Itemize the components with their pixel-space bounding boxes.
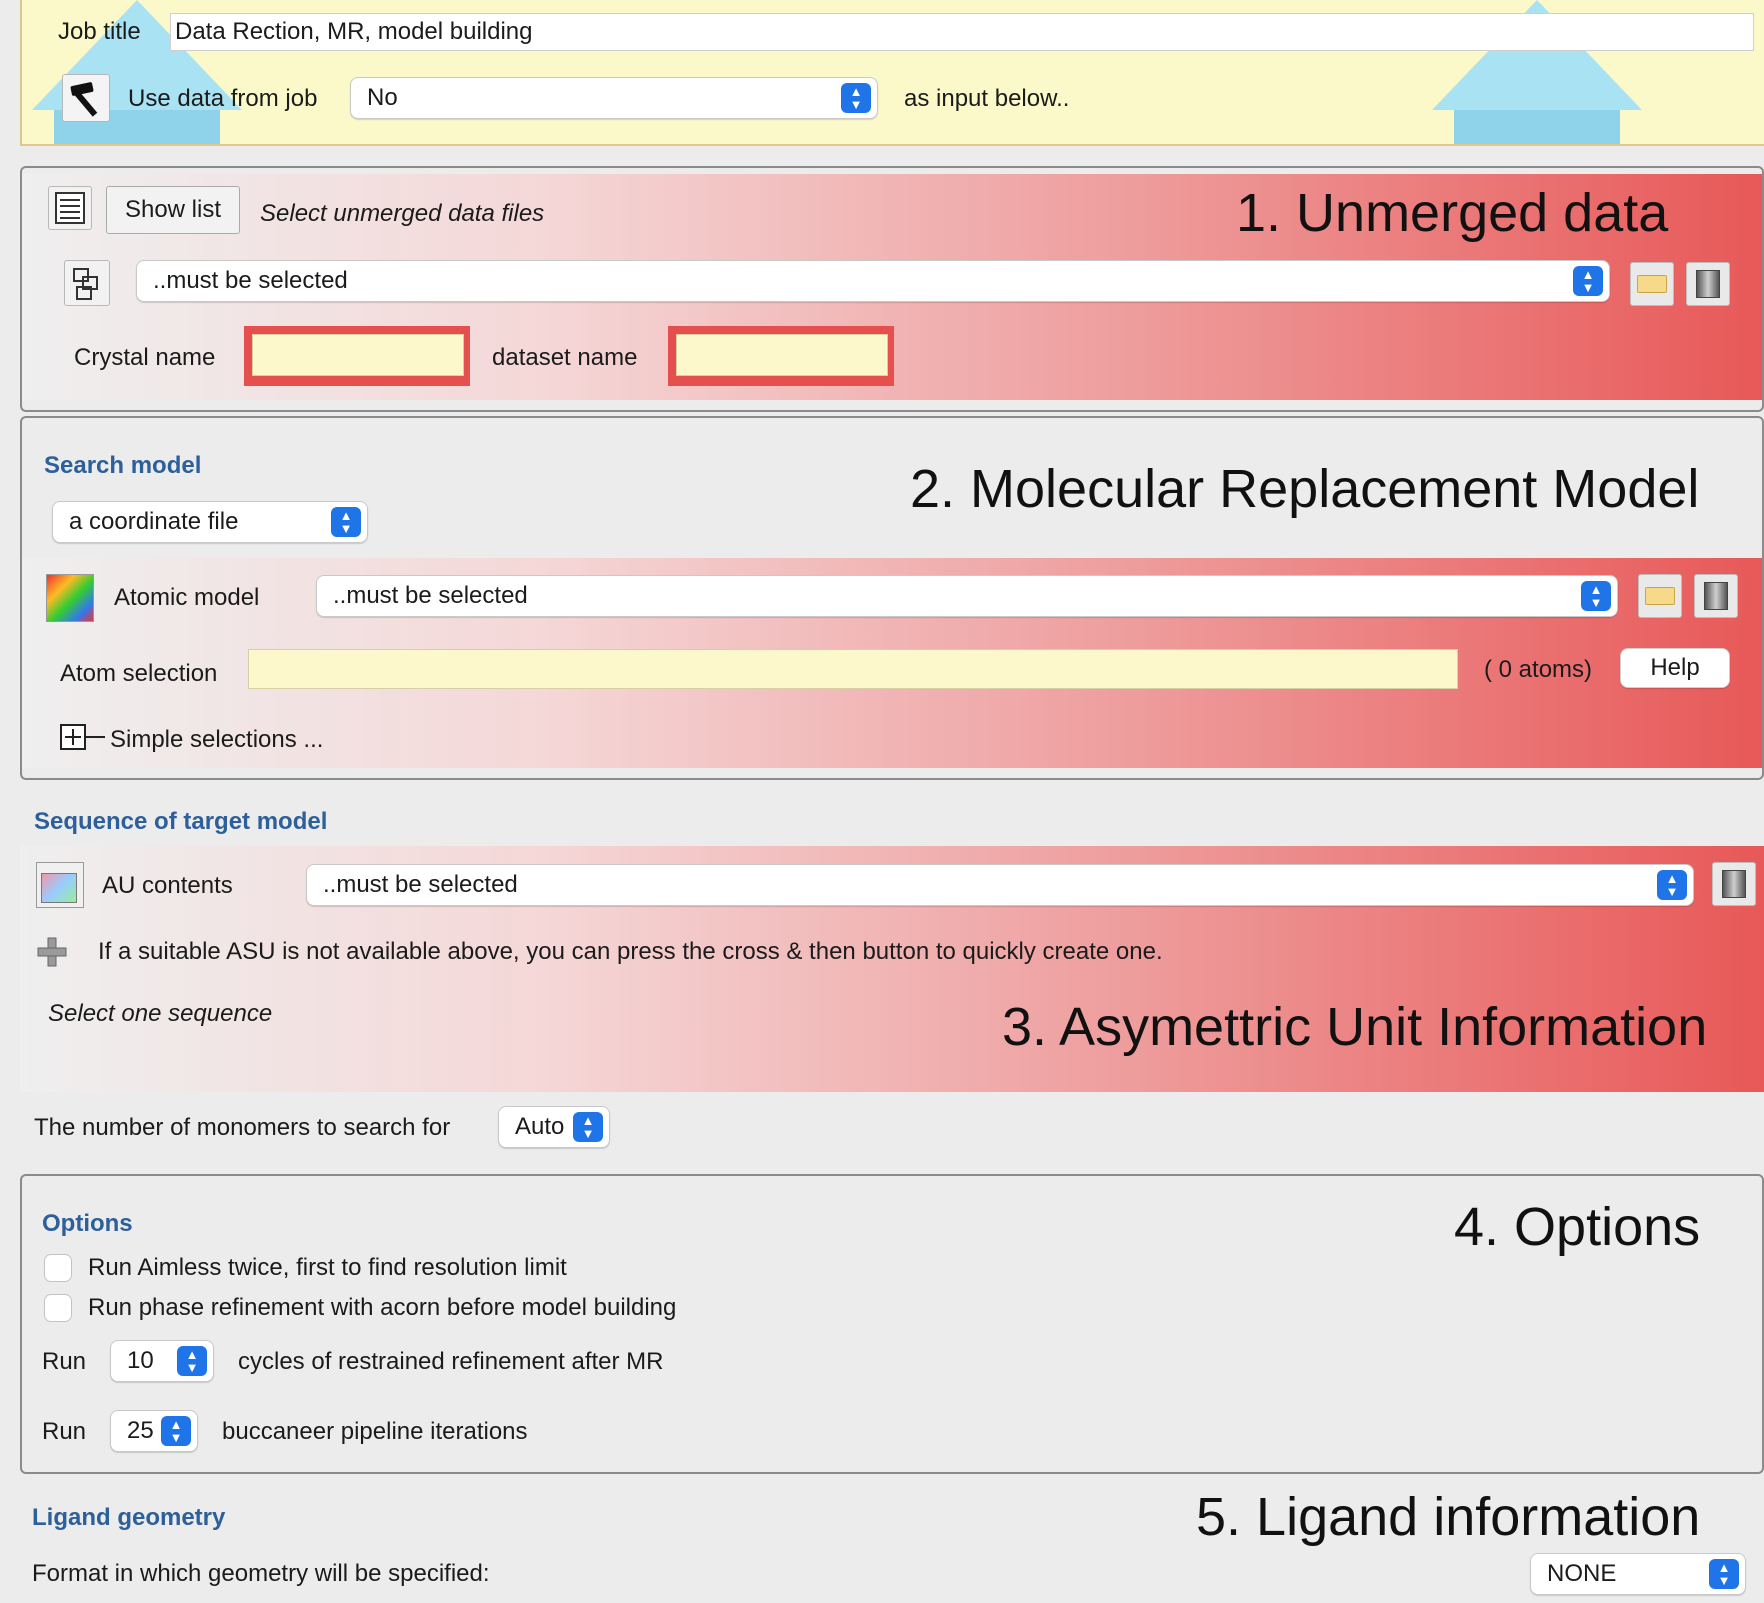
folder-browse-button[interactable] <box>1638 574 1682 618</box>
dataset-icon[interactable] <box>64 260 110 306</box>
atom-count: ( 0 atoms) <box>1484 656 1593 683</box>
show-list-button[interactable]: Show list <box>106 186 240 234</box>
folder-icon <box>1637 275 1667 293</box>
dataset-name-label: dataset name <box>492 344 638 371</box>
ligand-geometry-title: Ligand geometry <box>32 1504 226 1531</box>
geometry-format-value: NONE <box>1547 1560 1617 1587</box>
crystal-name-label: Crystal name <box>74 344 216 371</box>
sequence-icon-face <box>41 873 77 903</box>
asu-section-heading: 3. Asymettric Unit Information <box>1002 997 1708 1057</box>
ligand-section-heading: 5. Ligand information <box>1196 1487 1701 1547</box>
search-model-title: Search model <box>44 452 202 479</box>
dataset-name-input[interactable] <box>676 334 888 376</box>
unmerged-file-select[interactable]: ..must be selected ▲ ▼ <box>136 260 1610 302</box>
unmerged-section-heading: 1. Unmerged data <box>1236 183 1669 243</box>
select-one-sequence: Select one sequence <box>48 1000 273 1027</box>
database-icon <box>1722 870 1746 898</box>
job-title-input[interactable]: Data Rection, MR, model building <box>170 13 1754 51</box>
chevron-updown-icon: ▲ ▼ <box>1657 870 1687 900</box>
atomic-model-value: ..must be selected <box>333 582 528 609</box>
mr-model-panel: Search model 2. Molecular Replacement Mo… <box>20 416 1764 780</box>
select-unmerged-hint: Select unmerged data files <box>260 200 545 227</box>
use-data-label: Use data from job <box>128 85 318 112</box>
refine-cycles-select[interactable]: 10 ▲ ▼ <box>110 1340 214 1382</box>
buccaneer-iterations-select[interactable]: 25 ▲ ▼ <box>110 1410 198 1452</box>
simple-selections-label[interactable]: Simple selections ... <box>110 726 323 754</box>
sequence-icon[interactable] <box>36 862 84 908</box>
use-data-value: No <box>367 84 398 111</box>
run-label: Run <box>42 1348 87 1375</box>
atom-selection-input[interactable] <box>248 649 1458 689</box>
options-title: Options <box>42 1210 133 1237</box>
database-browse-button[interactable] <box>1712 862 1756 906</box>
au-contents-label: AU contents <box>102 872 233 899</box>
acorn-label: Run phase refinement with acorn before m… <box>88 1294 677 1321</box>
use-data-select[interactable]: No ▲ ▼ <box>350 77 878 119</box>
add-cross-icon[interactable] <box>36 936 68 968</box>
atom-selection-label: Atom selection <box>60 660 218 687</box>
monomers-label: The number of monomers to search for <box>34 1114 451 1141</box>
job-header: Job title Data Rection, MR, model buildi… <box>20 0 1764 146</box>
use-data-suffix: as input below.. <box>904 85 1070 112</box>
geometry-format-select[interactable]: NONE ▲ ▼ <box>1530 1553 1746 1595</box>
search-model-select[interactable]: a coordinate file ▲ ▼ <box>52 501 368 543</box>
refine-cycles-label: cycles of restrained refinement after MR <box>238 1348 664 1375</box>
job-title-label: Job title <box>58 18 141 45</box>
aimless-checkbox[interactable] <box>44 1254 72 1282</box>
folder-browse-button[interactable] <box>1630 262 1674 306</box>
buccaneer-iterations-label: buccaneer pipeline iterations <box>222 1418 528 1445</box>
asu-hint: If a suitable ASU is not available above… <box>98 938 1163 965</box>
options-section-heading: 4. Options <box>1454 1197 1701 1257</box>
folder-icon <box>1645 587 1675 605</box>
run-label: Run <box>42 1418 87 1445</box>
chevron-updown-icon: ▲ ▼ <box>1581 581 1611 611</box>
search-model-value: a coordinate file <box>69 508 239 535</box>
database-browse-button[interactable] <box>1694 574 1738 618</box>
mr-section-heading: 2. Molecular Replacement Model <box>910 459 1700 519</box>
au-contents-value: ..must be selected <box>323 871 518 898</box>
geometry-format-label: Format in which geometry will be specifi… <box>32 1560 490 1587</box>
chevron-updown-icon: ▲ ▼ <box>1709 1559 1739 1589</box>
chevron-updown-icon: ▲ ▼ <box>177 1346 207 1376</box>
database-browse-button[interactable] <box>1686 262 1730 306</box>
hammer-icon[interactable] <box>62 74 110 122</box>
expand-plus-icon[interactable] <box>60 724 114 750</box>
unmerged-data-panel: Show list Select unmerged data files 1. … <box>20 166 1764 412</box>
molecule-icon[interactable] <box>46 574 94 622</box>
chevron-updown-icon: ▲ ▼ <box>573 1112 603 1142</box>
chevron-updown-icon: ▲ ▼ <box>331 507 361 537</box>
sequence-title: Sequence of target model <box>34 808 328 835</box>
buccaneer-iterations-value: 25 <box>127 1417 154 1444</box>
atomic-model-label: Atomic model <box>114 584 260 611</box>
aimless-label: Run Aimless twice, first to find resolut… <box>88 1254 567 1281</box>
chevron-updown-icon: ▲ ▼ <box>1573 266 1603 296</box>
database-icon <box>1704 582 1728 610</box>
unmerged-file-value: ..must be selected <box>153 267 348 294</box>
crystal-name-input[interactable] <box>252 334 464 376</box>
au-contents-select[interactable]: ..must be selected ▲ ▼ <box>306 864 1694 906</box>
monomers-select[interactable]: Auto ▲ ▼ <box>498 1106 610 1148</box>
list-icon[interactable] <box>48 186 92 230</box>
monomers-value: Auto <box>515 1113 565 1140</box>
chevron-updown-icon: ▲ ▼ <box>841 83 871 113</box>
database-icon <box>1696 270 1720 298</box>
chevron-updown-icon: ▲ ▼ <box>161 1416 191 1446</box>
options-panel: Options 4. Options Run Aimless twice, fi… <box>20 1174 1764 1474</box>
acorn-checkbox[interactable] <box>44 1294 72 1322</box>
refine-cycles-value: 10 <box>127 1347 154 1374</box>
help-button[interactable]: Help <box>1620 648 1730 688</box>
atomic-model-select[interactable]: ..must be selected ▲ ▼ <box>316 575 1618 617</box>
